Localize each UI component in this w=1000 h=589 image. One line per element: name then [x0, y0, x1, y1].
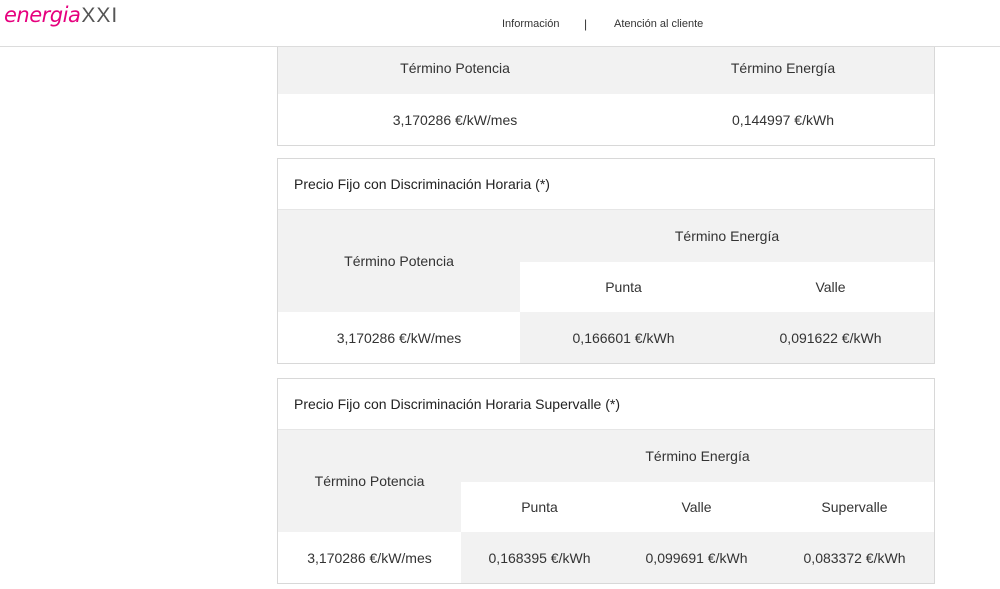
value-punta: 0,168395 €/kWh	[461, 532, 618, 583]
nav-atencion-cliente-link[interactable]: Atención al cliente	[614, 18, 703, 30]
value-valle: 0,091622 €/kWh	[727, 312, 934, 363]
value-punta: 0,166601 €/kWh	[520, 312, 727, 363]
header-termino-energia: Término Energía	[520, 210, 934, 262]
value-valle: 0,099691 €/kWh	[618, 532, 775, 583]
card-title: Precio Fijo con Discriminación Horaria S…	[278, 379, 934, 430]
period-valle: Valle	[618, 482, 775, 532]
value-termino-energia: 0,144997 €/kWh	[632, 94, 934, 145]
site-header: energia XXI Información | Atención al cl…	[0, 0, 1000, 47]
value-termino-potencia: 3,170286 €/kW/mes	[278, 312, 520, 363]
header-termino-potencia: Término Potencia	[278, 430, 461, 532]
card-title: Precio Fijo con Discriminación Horaria (…	[278, 159, 934, 210]
header-termino-energia: Término Energía	[461, 430, 934, 482]
value-supervalle: 0,083372 €/kWh	[775, 532, 934, 583]
price-card-fijo: Término Potencia Término Energía 3,17028…	[277, 40, 935, 146]
header-termino-potencia: Término Potencia	[278, 41, 632, 94]
period-valle: Valle	[727, 262, 934, 312]
nav-separator: |	[584, 17, 588, 31]
period-punta: Punta	[520, 262, 727, 312]
value-termino-potencia: 3,170286 €/kW/mes	[278, 532, 461, 583]
header-termino-potencia: Término Potencia	[278, 210, 520, 312]
top-nav: Información | Atención al cliente	[0, 17, 1000, 32]
header-termino-energia: Término Energía	[632, 41, 934, 94]
period-supervalle: Supervalle	[775, 482, 934, 532]
value-termino-potencia: 3,170286 €/kW/mes	[278, 94, 632, 145]
nav-informacion-link[interactable]: Información	[502, 18, 559, 30]
price-card-discriminacion-horaria: Precio Fijo con Discriminación Horaria (…	[277, 158, 935, 364]
price-card-supervalle: Precio Fijo con Discriminación Horaria S…	[277, 378, 935, 584]
period-punta: Punta	[461, 482, 618, 532]
